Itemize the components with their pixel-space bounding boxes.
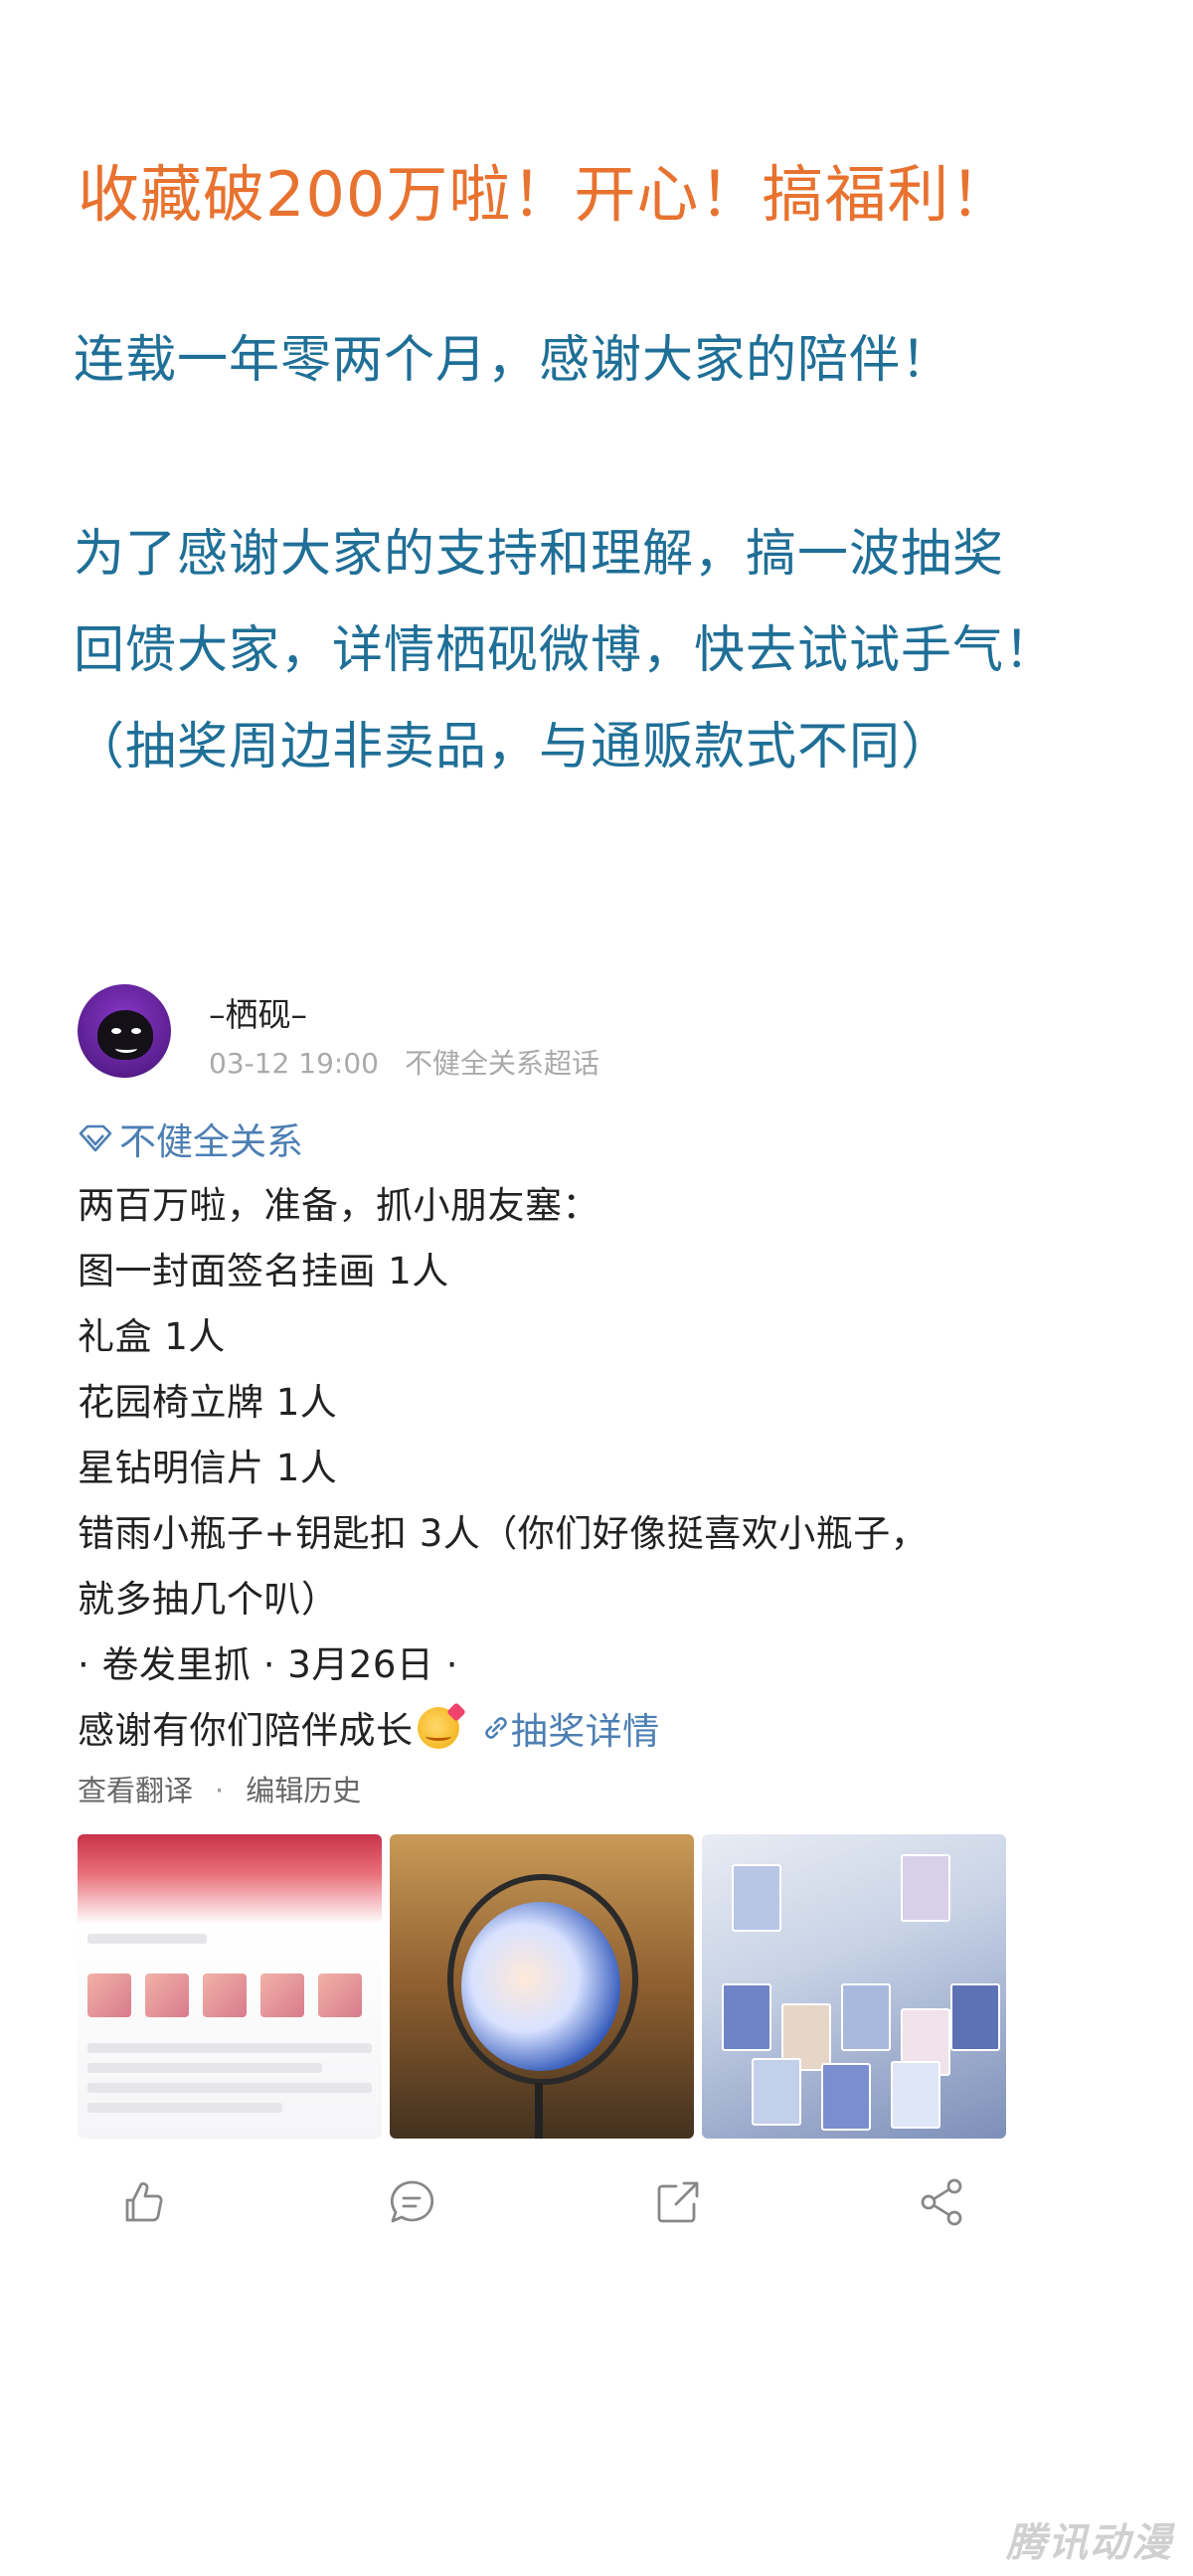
placeholder-tile xyxy=(87,1974,131,2017)
avatar-eye xyxy=(131,1028,141,1034)
placeholder-bar xyxy=(87,1934,207,1944)
intro-line-2: 为了感谢大家的支持和理解，搞一波抽奖 xyxy=(74,525,1005,584)
action-bar xyxy=(0,2172,1193,2252)
image-grid xyxy=(78,1834,1006,2139)
repost-icon[interactable] xyxy=(648,2172,708,2232)
placeholder-bar xyxy=(87,2043,372,2053)
post-line: 星钻明信片 1人 xyxy=(78,1447,338,1489)
postcard xyxy=(950,1983,1000,2051)
placeholder-tile xyxy=(145,1974,189,2017)
post-source[interactable]: 不健全关系超话 xyxy=(405,1047,599,1080)
placeholder-bar xyxy=(87,2103,282,2113)
post-line: 错雨小瓶子+钥匙扣 3人（你们好像挺喜欢小瓶子， xyxy=(78,1512,929,1555)
placeholder-tile xyxy=(260,1974,304,2017)
thumbs-up-icon[interactable] xyxy=(113,2172,173,2232)
acrylic-stand xyxy=(535,2083,543,2139)
postcard xyxy=(821,2063,871,2131)
post-line: · 卷发里抓 · 3月26日 · xyxy=(78,1643,458,1686)
avatar-mouth xyxy=(115,1044,137,1053)
lottery-details-label: 抽奖详情 xyxy=(510,1710,660,1753)
acrylic-disc xyxy=(461,1902,620,2071)
username[interactable]: –栖砚– xyxy=(209,988,307,1036)
postcard xyxy=(841,1983,891,2051)
image-thumbnail-3[interactable] xyxy=(702,1834,1006,2139)
postcard xyxy=(752,2058,801,2126)
topic-link[interactable]: 不健全关系 xyxy=(78,1112,303,1165)
headline: 收藏破200万啦！开心！搞福利！ xyxy=(78,158,1013,231)
diamond-icon xyxy=(79,1124,112,1152)
separator-dot: · xyxy=(215,1774,225,1807)
lottery-details-link[interactable]: 抽奖详情 xyxy=(481,1701,660,1755)
intro-line-1: 连载一年零两个月，感谢大家的陪伴！ xyxy=(74,331,953,390)
placeholder-bar xyxy=(87,2083,372,2093)
comment-icon[interactable] xyxy=(382,2172,441,2232)
post-line: 就多抽几个叭） xyxy=(78,1578,339,1621)
share-icon[interactable] xyxy=(913,2172,972,2232)
watermark-logo: 腾讯动漫 xyxy=(1006,2520,1173,2566)
postcard xyxy=(901,1854,950,1922)
placeholder-tile xyxy=(203,1974,247,2017)
postcard xyxy=(732,1864,781,1932)
link-icon xyxy=(485,1717,507,1739)
image-thumbnail-1[interactable] xyxy=(78,1834,382,2139)
avatar-eye xyxy=(111,1028,121,1034)
postcard xyxy=(722,1983,771,2051)
post-line: 图一封面签名挂画 1人 xyxy=(78,1250,449,1292)
topic-label: 不健全关系 xyxy=(119,1120,303,1163)
placeholder-bar xyxy=(87,2063,322,2073)
post-line: 两百万啦，准备，抓小朋友塞： xyxy=(78,1184,599,1227)
edit-history-link[interactable]: 编辑历史 xyxy=(246,1774,361,1807)
post-line-text: 感谢有你们陪伴成长 xyxy=(78,1709,414,1752)
post-last-line: 感谢有你们陪伴成长 抽奖详情 xyxy=(78,1700,660,1755)
post-time: 03-12 19:00 xyxy=(209,1047,379,1080)
translate-link[interactable]: 查看翻译 xyxy=(78,1774,193,1807)
post-line: 花园椅立牌 1人 xyxy=(78,1381,338,1424)
post-meta: 03-12 19:00 不健全关系超话 xyxy=(209,1042,599,1082)
avatar[interactable] xyxy=(78,984,171,1078)
placeholder-tile xyxy=(318,1974,362,2017)
image-thumbnail-2[interactable] xyxy=(390,1834,694,2139)
post-line: 礼盒 1人 xyxy=(78,1315,226,1358)
postcard xyxy=(891,2061,940,2129)
love-face-emoji-icon xyxy=(417,1707,459,1749)
intro-line-3: 回馈大家，详情栖砚微博，快去试试手气！ xyxy=(74,621,1057,680)
intro-line-4: （抽奖周边非卖品，与通贩款式不同） xyxy=(74,718,953,776)
post-actions-row: 查看翻译 · 编辑历史 xyxy=(78,1768,361,1809)
